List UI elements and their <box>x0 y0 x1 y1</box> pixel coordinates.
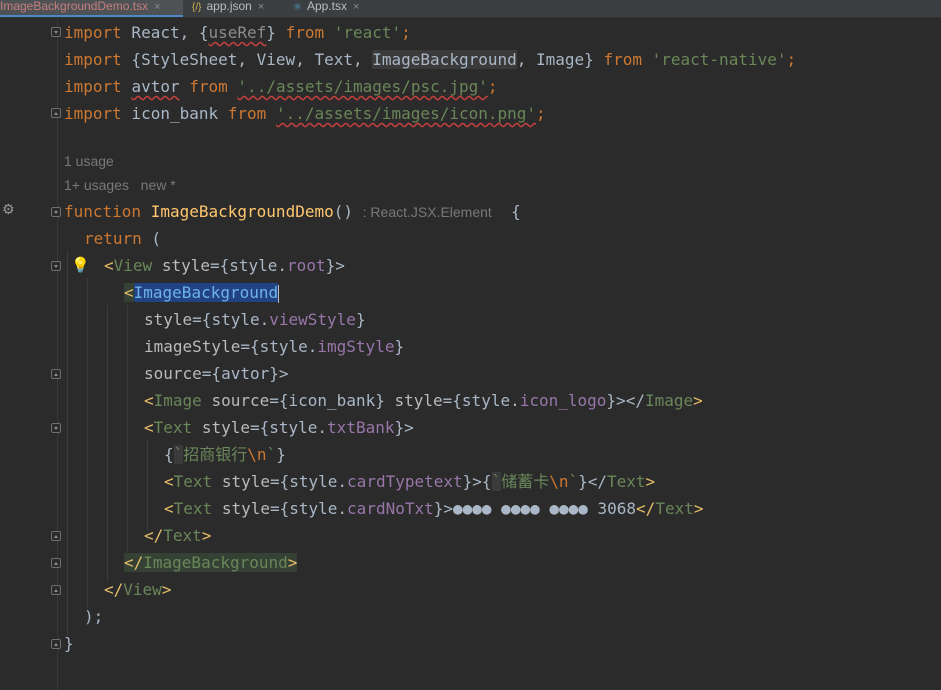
lightbulb-icon[interactable]: 💡 <box>71 256 90 274</box>
fold-icon[interactable] <box>51 369 61 379</box>
code-line-source[interactable]: source={avtor}> <box>144 360 289 387</box>
code-line-function[interactable]: function ImageBackgroundDemo() : React.J… <box>64 198 521 225</box>
code-line-imagebackground-close[interactable]: </ImageBackground> <box>124 549 298 576</box>
indent-guide <box>107 305 108 581</box>
fold-icon[interactable] <box>51 531 61 541</box>
fold-icon[interactable] <box>51 639 61 649</box>
code-line-return-close[interactable]: ); <box>84 603 103 630</box>
fold-icon[interactable] <box>51 423 61 433</box>
fold-icon[interactable] <box>51 207 61 217</box>
close-icon[interactable]: × <box>353 1 359 13</box>
usage-author-hint[interactable]: 1+ usages new * <box>64 173 176 197</box>
code-line-imagestyle[interactable]: imageStyle={style.imgStyle} <box>144 333 404 360</box>
code-line-image[interactable]: <Image source={icon_bank} style={style.i… <box>144 387 703 414</box>
code-line-imagebackground-open[interactable]: <ImageBackground <box>124 279 280 306</box>
indent-guide <box>147 440 148 530</box>
code-line-return[interactable]: return ( <box>84 225 161 252</box>
indent-guide <box>127 305 128 554</box>
fold-icon[interactable] <box>51 585 61 595</box>
code-line-text-open[interactable]: <Text style={style.txtBank}> <box>144 414 414 441</box>
code-line-bank-name[interactable]: {`招商银行\n`} <box>164 441 286 468</box>
code-line-card-number[interactable]: <Text style={style.cardNoTxt}>●●●● ●●●● … <box>164 495 703 522</box>
react-file-icon: ⚛ <box>293 2 302 13</box>
code-line-text-close[interactable]: </Text> <box>144 522 211 549</box>
code-line-view-close[interactable]: </View> <box>104 576 171 603</box>
code-line-card-type[interactable]: <Text style={style.cardTypetext}>{`储蓄卡\n… <box>164 468 655 495</box>
tab-imagebackgrounddemo[interactable]: ImageBackgroundDemo.tsx × <box>0 0 183 17</box>
tab-label: app.json <box>206 0 252 13</box>
usage-hint[interactable]: 1 usage <box>64 149 114 173</box>
return-type-hint: : React.JSX.Element <box>362 204 492 220</box>
text-cursor <box>278 284 280 303</box>
json-file-icon: {/} <box>192 2 202 13</box>
code-line-2[interactable]: import {StyleSheet, View, Text, ImageBac… <box>64 46 796 73</box>
code-line-view-open[interactable]: <View style={style.root}> <box>104 252 345 279</box>
code-line-3[interactable]: import avtor from '../assets/images/psc.… <box>64 73 498 100</box>
code-line-function-close[interactable]: } <box>64 630 74 657</box>
code-line-4[interactable]: import icon_bank from '../assets/images/… <box>64 100 546 127</box>
code-line-1[interactable]: import React, {useRef} from 'react'; <box>64 19 411 46</box>
tab-app-tsx[interactable]: ⚛ App.tsx × <box>293 0 388 17</box>
run-config-icon[interactable]: ⚙ <box>2 202 15 218</box>
indent-guide <box>87 278 88 608</box>
tab-app-json[interactable]: {/} app.json × <box>192 0 284 17</box>
tab-label: ImageBackgroundDemo.tsx <box>0 0 149 13</box>
editor-gutter <box>0 18 58 690</box>
indent-guide <box>67 251 68 636</box>
editor-tab-bar: ImageBackgroundDemo.tsx × {/} app.json × ⚛ A… <box>0 0 941 18</box>
close-icon[interactable]: × <box>154 1 160 13</box>
fold-icon[interactable] <box>51 261 61 271</box>
close-icon[interactable]: × <box>258 1 264 13</box>
fold-icon[interactable] <box>51 27 61 37</box>
code-line-viewstyle[interactable]: style={style.viewStyle} <box>144 306 366 333</box>
fold-icon[interactable] <box>51 108 61 118</box>
fold-icon[interactable] <box>51 558 61 568</box>
tab-label: App.tsx <box>306 0 347 13</box>
